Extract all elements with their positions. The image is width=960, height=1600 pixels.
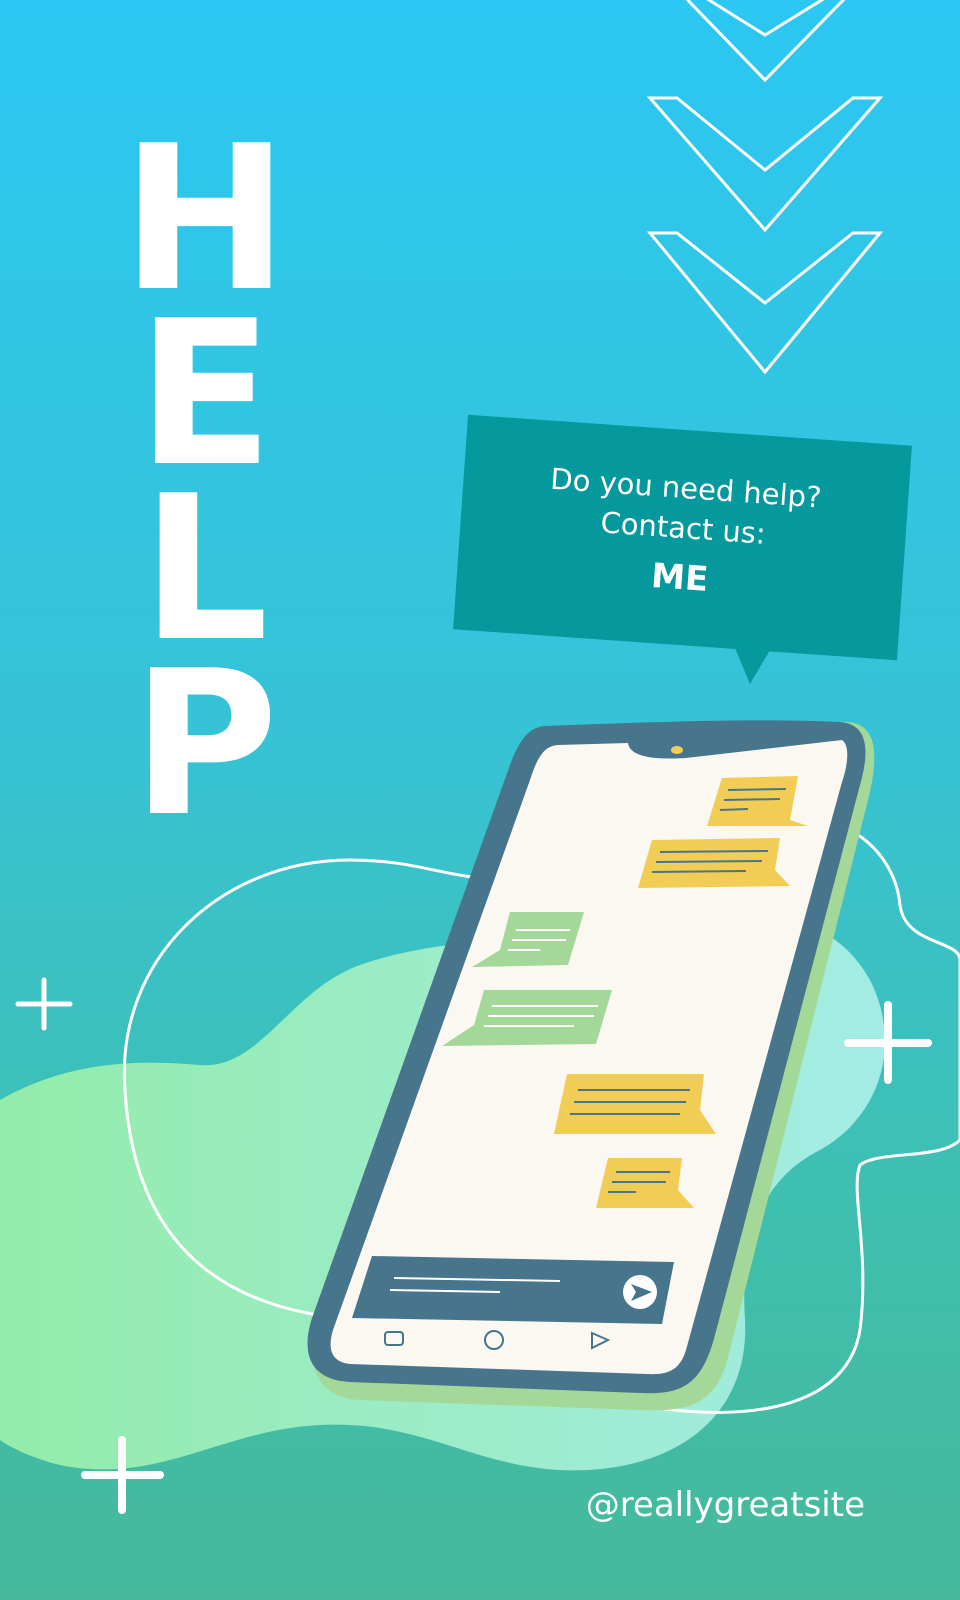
chevron-down-icon: [646, 0, 884, 375]
headline-letter-p: P: [131, 628, 279, 861]
send-icon: [623, 1275, 657, 1309]
chat-bubble-yellow: [638, 838, 790, 888]
website-handle[interactable]: @reallygreatsite: [586, 1485, 865, 1525]
poster: H E L P Do you need help? Contact us: ME…: [0, 0, 960, 1600]
chat-bubble-yellow: [554, 1074, 716, 1134]
speech-bubble: Do you need help? Contact us: ME: [453, 414, 912, 661]
